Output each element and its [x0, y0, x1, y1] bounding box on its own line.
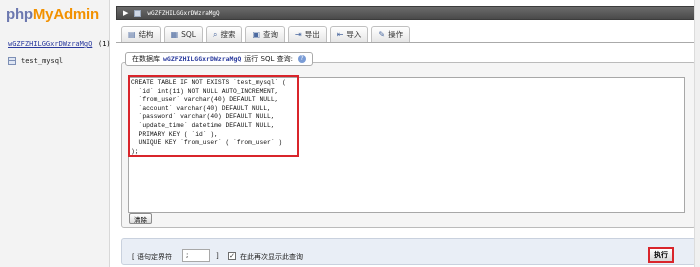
- triangle-right-icon: ▶: [123, 9, 129, 17]
- clear-button[interactable]: 清除: [129, 213, 152, 224]
- tab-bar: ▤ 结构 ▦ SQL ⌕ 搜索 ▣ 查询 ⇥ 导出 ⇤ 导入 ✎ 操作: [116, 25, 696, 43]
- navigation-sidebar: phpMyAdmin wGZFZHILGGxrDWzraMgQ (1) test…: [0, 0, 111, 267]
- tab-label: 导出: [304, 30, 320, 39]
- scrollbar[interactable]: [694, 0, 700, 267]
- logo-myadmin-text: MyAdmin: [32, 6, 99, 23]
- tab-label: 操作: [388, 30, 404, 39]
- database-table-count: (1): [98, 40, 111, 48]
- tab-structure[interactable]: ▤ 结构: [121, 26, 161, 42]
- phpmyadmin-logo[interactable]: phpMyAdmin: [6, 6, 99, 23]
- search-icon: ⌕: [212, 29, 218, 39]
- delimiter-close-bracket: ]: [216, 252, 219, 260]
- query-icon: ▣: [252, 30, 261, 39]
- import-icon: ⇤: [336, 30, 344, 39]
- sql-query-text[interactable]: CREATE TABLE IF NOT EXISTS `test_mysql` …: [131, 79, 286, 156]
- tab-label: SQL: [181, 30, 196, 39]
- sidebar-table-item[interactable]: test_mysql: [8, 57, 63, 65]
- breadcrumb-database[interactable]: wGZFZHILGGxrDWzraMgQ: [147, 10, 219, 17]
- delimiter-label: [ 语句定界符: [132, 252, 172, 262]
- delimiter-label-text: [ 语句定界符: [132, 253, 172, 261]
- sql-fieldset-legend: 在数据库 wGZFZHILGGxrDWzraMgQ 运行 SQL 查询: ?: [125, 52, 313, 66]
- tab-search[interactable]: ⌕ 搜索: [205, 26, 243, 42]
- structure-icon: ▤: [128, 30, 136, 39]
- tab-label: 查询: [263, 30, 279, 39]
- export-icon: ⇥: [295, 30, 302, 39]
- tab-operations[interactable]: ✎ 操作: [371, 26, 411, 42]
- sql-icon: ▦: [170, 30, 179, 39]
- help-icon[interactable]: ?: [297, 55, 306, 63]
- logo-php-text: php: [6, 6, 33, 23]
- tab-import[interactable]: ⇤ 导入: [329, 26, 369, 42]
- breadcrumb-bar: ▶ wGZFZHILGGxrDWzraMgQ: [116, 6, 696, 20]
- table-icon[interactable]: [8, 57, 16, 65]
- delimiter-input[interactable]: ;: [182, 249, 210, 262]
- go-button[interactable]: 执行: [648, 247, 674, 263]
- tab-export[interactable]: ⇥ 导出: [288, 26, 327, 42]
- tab-label: 结构: [138, 30, 154, 39]
- show-query-again-label: 在此再次显示此查询: [240, 253, 303, 261]
- legend-suffix: 运行 SQL 查询:: [244, 55, 293, 63]
- wrench-icon: ✎: [378, 30, 386, 39]
- legend-database-link[interactable]: wGZFZHILGGxrDWzraMgQ: [163, 55, 241, 63]
- tab-sql[interactable]: ▦ SQL: [163, 26, 203, 42]
- tab-label: 导入: [346, 30, 362, 39]
- sidebar-database-link[interactable]: wGZFZHILGGxrDWzraMgQ: [8, 40, 92, 48]
- legend-prefix: 在数据库: [132, 55, 160, 63]
- main-content: ▶ wGZFZHILGGxrDWzraMgQ ▤ 结构 ▦ SQL ⌕ 搜索 ▣ 查询 …: [111, 0, 700, 267]
- sidebar-table-label[interactable]: test_mysql: [21, 57, 63, 65]
- show-query-again-checkbox[interactable]: ✓: [228, 252, 236, 260]
- server-icon: [134, 9, 142, 17]
- tab-query[interactable]: ▣ 查询: [245, 26, 286, 42]
- tab-label: 搜索: [220, 30, 236, 39]
